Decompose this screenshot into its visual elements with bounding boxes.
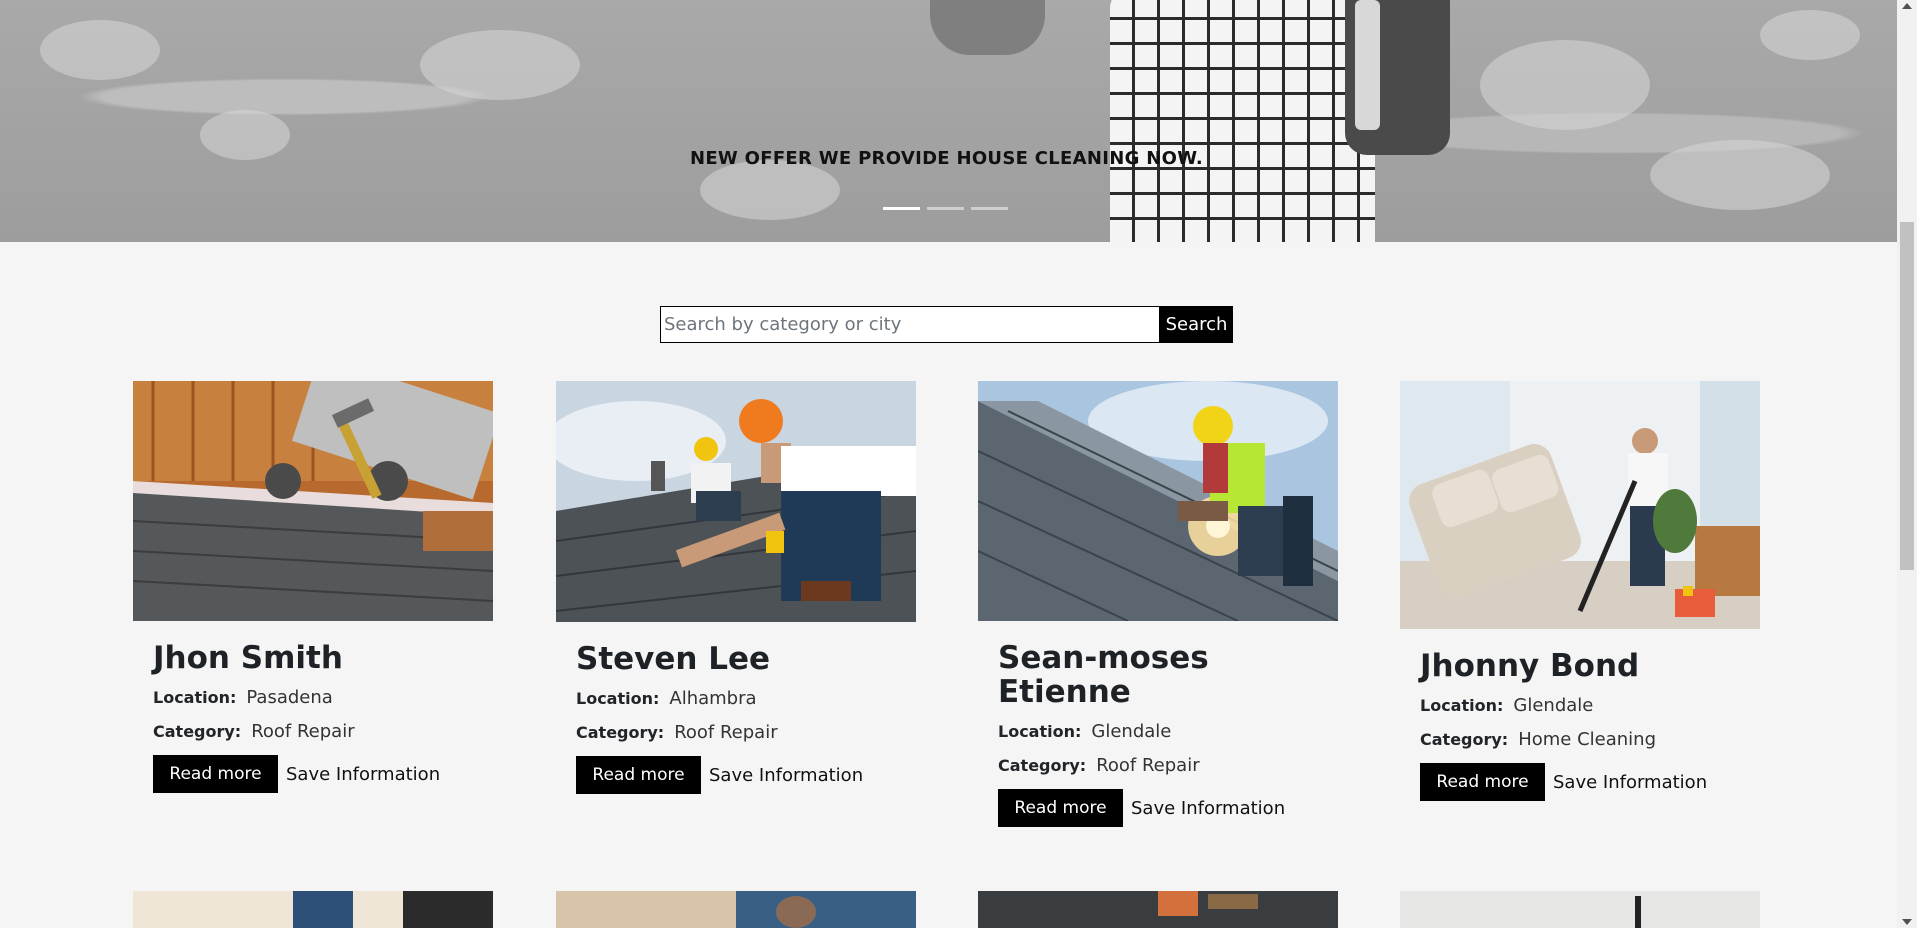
hero-glove-image <box>1345 0 1450 155</box>
location-label: Location: <box>998 722 1082 742</box>
card-photo-roof-repair <box>978 381 1338 621</box>
card-photo-roof-repair <box>133 381 493 621</box>
location-row: Location: Glendale <box>1420 695 1760 717</box>
category-value: Roof Repair <box>674 722 778 744</box>
location-label: Location: <box>153 688 237 708</box>
category-label: Category: <box>998 756 1087 776</box>
category-row: Category: Home Cleaning <box>1420 729 1760 751</box>
read-more-button[interactable]: Read more <box>1420 763 1545 802</box>
location-row: Location: Glendale <box>998 721 1338 743</box>
category-label: Category: <box>153 722 242 742</box>
scrollbar-thumb[interactable] <box>1900 222 1914 570</box>
provider-card: Sean-moses Etienne Location: Glendale Cat… <box>978 381 1338 828</box>
category-value: Home Cleaning <box>1518 729 1656 751</box>
category-row: Category: Roof Repair <box>998 755 1338 777</box>
provider-name: Sean-moses Etienne <box>998 640 1209 711</box>
read-more-button[interactable]: Read more <box>153 755 278 794</box>
hero-decoration <box>1480 40 1650 130</box>
hero-arm-image <box>930 0 1045 55</box>
hero-decoration <box>700 160 840 220</box>
search-input[interactable] <box>660 306 1160 343</box>
category-row: Category: Roof Repair <box>153 721 493 743</box>
hero-carousel[interactable]: NEW OFFER WE PROVIDE HOUSE CLEANING NOW. <box>0 0 1897 242</box>
provider-card: Jhon Smith Location: Pasadena Category: Ro… <box>133 381 493 794</box>
location-value: Pasadena <box>246 687 333 709</box>
category-row: Category: Roof Repair <box>576 722 916 744</box>
provider-card: Jhonny Bond Location: Glendale Category: H… <box>1400 381 1760 802</box>
category-value: Roof Repair <box>1096 755 1200 777</box>
card-photo-next-row <box>978 891 1338 928</box>
card-photo-home-cleaning <box>1400 381 1760 629</box>
hero-decoration <box>40 20 160 80</box>
category-label: Category: <box>1420 730 1509 750</box>
card-actions: Read more Save Information <box>153 755 493 794</box>
location-row: Location: Alhambra <box>576 688 916 710</box>
page-scrollbar[interactable] <box>1897 0 1917 928</box>
card-body: Jhonny Bond Location: Glendale Category: H… <box>1400 629 1760 802</box>
read-more-button[interactable]: Read more <box>576 756 701 795</box>
search-form: Search <box>660 306 1233 343</box>
hero-decoration <box>420 30 580 100</box>
card-body: Jhon Smith Location: Pasadena Category: Ro… <box>133 621 493 794</box>
provider-name: Jhonny Bond <box>1420 648 1640 684</box>
carousel-indicator-2[interactable] <box>927 207 964 210</box>
read-more-button[interactable]: Read more <box>998 789 1123 828</box>
card-body: Steven Lee Location: Alhambra Category: Ro… <box>556 622 916 795</box>
card-actions: Read more Save Information <box>576 756 916 795</box>
location-row: Location: Pasadena <box>153 687 493 709</box>
provider-name: Jhon Smith <box>153 640 343 676</box>
card-photo-next-row <box>1400 891 1760 928</box>
provider-card: Steven Lee Location: Alhambra Category: Ro… <box>556 381 916 795</box>
card-photo-next-row <box>556 891 916 928</box>
category-label: Category: <box>576 723 665 743</box>
location-label: Location: <box>576 689 660 709</box>
card-actions: Read more Save Information <box>998 789 1338 828</box>
scroll-up-icon[interactable] <box>1902 3 1912 9</box>
save-information-button[interactable]: Save Information <box>709 765 863 786</box>
card-actions: Read more Save Information <box>1420 763 1760 802</box>
hero-apron-image <box>1110 0 1375 242</box>
provider-name: Steven Lee <box>576 641 771 677</box>
save-information-button[interactable]: Save Information <box>1131 798 1285 819</box>
carousel-indicator-3[interactable] <box>971 207 1008 210</box>
location-label: Location: <box>1420 696 1504 716</box>
card-photo-roof-repair <box>556 381 916 622</box>
location-value: Glendale <box>1091 721 1172 743</box>
location-value: Alhambra <box>669 688 757 710</box>
scroll-down-icon[interactable] <box>1902 919 1912 925</box>
save-information-button[interactable]: Save Information <box>286 764 440 785</box>
location-value: Glendale <box>1513 695 1594 717</box>
save-information-button[interactable]: Save Information <box>1553 772 1707 793</box>
hero-caption: NEW OFFER WE PROVIDE HOUSE CLEANING NOW. <box>689 148 1204 169</box>
carousel-indicators <box>883 207 1008 210</box>
category-value: Roof Repair <box>251 721 355 743</box>
card-body: Sean-moses Etienne Location: Glendale Cat… <box>978 621 1338 828</box>
search-button[interactable]: Search <box>1160 306 1233 343</box>
carousel-indicator-1[interactable] <box>883 207 920 210</box>
hero-decoration <box>1760 10 1860 60</box>
card-photo-next-row <box>133 891 493 928</box>
